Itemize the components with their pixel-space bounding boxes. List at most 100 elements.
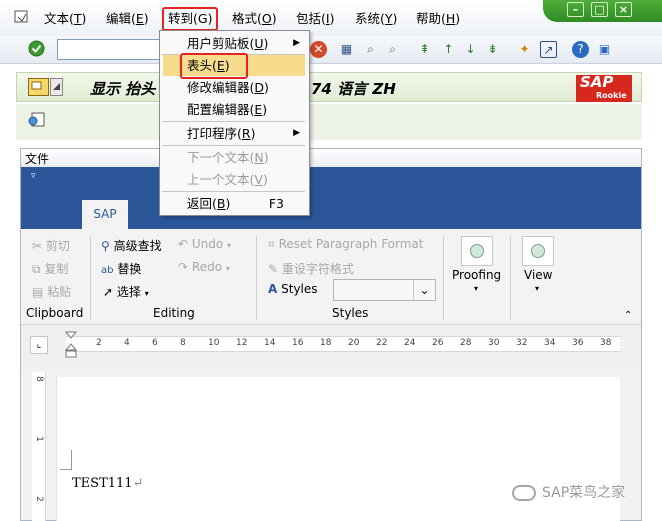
proofing-icon — [470, 244, 484, 258]
last-page-icon[interactable]: ⇟ — [484, 41, 501, 58]
menu-page-icon[interactable] — [14, 10, 30, 24]
sap-logo-sub: Rookie — [596, 91, 627, 100]
wechat-icon — [512, 485, 536, 501]
ruler-tick-label: 24 — [404, 338, 416, 348]
first-page-icon[interactable]: ⇞ — [416, 41, 433, 58]
reset-char-button[interactable]: ✎ 重设字符格式 — [268, 260, 354, 277]
ruler-tick-label: 2 — [96, 338, 102, 348]
menu-format[interactable]: 格式(O) — [232, 11, 277, 27]
group-divider — [90, 236, 91, 320]
dropdown-separator — [162, 121, 305, 122]
chevron-down-icon: ▾ — [227, 241, 232, 250]
styles-group-label: Styles — [332, 306, 369, 320]
ruler-tick-label: 30 — [488, 338, 500, 348]
chevron-down-icon: ▾ — [144, 289, 149, 298]
indent-marker-icon[interactable] — [64, 331, 78, 359]
print-icon[interactable]: ▦ — [338, 41, 355, 58]
layout-icon[interactable]: ▣ — [596, 41, 613, 58]
ruler-tick-label: 38 — [600, 338, 612, 348]
vruler-tick: 8 — [33, 376, 44, 382]
search-icon: ⚲ — [101, 239, 110, 253]
ribbon-collapse-chevron-icon[interactable]: ⌃ — [624, 310, 632, 321]
ruler-tick-label: 20 — [348, 338, 360, 348]
find-icon[interactable]: ⌕ — [362, 41, 379, 58]
select-button[interactable]: ➚ 选择 ▾ — [103, 283, 149, 300]
view-button[interactable] — [522, 236, 554, 266]
dropdown-item-user-clipboard[interactable]: 用户剪贴板(U) ▶ — [161, 33, 308, 54]
ruler-tick-label: 6 — [152, 338, 158, 348]
maximize-icon[interactable]: □ — [591, 2, 608, 17]
ruler-tick-label: 8 — [180, 338, 186, 348]
undo-button[interactable]: ↶ Undo ▾ — [178, 237, 231, 251]
copy-button[interactable]: ⧉ 复制 — [32, 260, 68, 277]
chevron-down-icon: ▾ — [535, 284, 540, 293]
styles-dropdown[interactable]: ⌄ — [333, 279, 436, 301]
dropdown-separator — [162, 191, 305, 192]
group-divider — [256, 236, 257, 320]
next-page-icon[interactable]: ↓ — [462, 41, 479, 58]
menu-system[interactable]: 系统(Y) — [355, 11, 397, 27]
replace-button[interactable]: ab 替换 — [101, 260, 141, 277]
cut-button[interactable]: ✂ 剪切 — [32, 237, 70, 254]
redo-button[interactable]: ↷ Redo ▾ — [178, 260, 230, 274]
dropdown-item-configure-editor[interactable]: 配置编辑器(E) — [161, 99, 308, 120]
editing-group-label: Editing — [153, 306, 195, 320]
cut-icon: ✂ — [32, 239, 43, 253]
horizontal-ruler — [66, 336, 620, 352]
submenu-arrow-icon: ▶ — [293, 128, 300, 138]
new-session-icon[interactable]: ✦ — [516, 41, 533, 58]
ruler-tick-label: 4 — [124, 338, 130, 348]
document-text[interactable]: TEST111↵ — [72, 476, 143, 491]
dropdown-item-change-editor[interactable]: 修改编辑器(D) — [161, 77, 308, 98]
ruler-tick-label: 28 — [460, 338, 472, 348]
vruler-tick: 1 — [33, 436, 44, 442]
paste-button[interactable]: ▤ 粘贴 — [32, 283, 71, 300]
ruler-tick-label: 26 — [432, 338, 444, 348]
display-change-icon[interactable] — [28, 112, 46, 128]
shortcut-label: F3 — [268, 196, 284, 211]
close-icon[interactable]: × — [615, 2, 632, 17]
proofing-label: Proofing — [452, 268, 502, 282]
reset-paragraph-button[interactable]: ⌗ Reset Paragraph Format — [268, 237, 424, 252]
menu-edit[interactable]: 编辑(E) — [106, 11, 149, 27]
find-button[interactable]: ⚲ 高级查找 — [101, 237, 162, 254]
dropdown-item-next-text: 下一个文本(N) — [187, 150, 269, 165]
tab-stop-selector-icon[interactable]: ⌞ — [30, 336, 48, 354]
menu-text[interactable]: 文本(T) — [44, 11, 86, 27]
replace-icon: ab — [101, 265, 114, 276]
menu-help[interactable]: 帮助(H) — [416, 11, 460, 27]
watermark: SAP菜鸟之家 — [512, 482, 625, 502]
find-next-icon[interactable]: ⌕ — [384, 41, 401, 58]
ruler-tick-label: 36 — [572, 338, 584, 348]
ribbon-collapse-icon[interactable]: ▿ — [31, 171, 36, 181]
dropdown-item-print-program[interactable]: 打印程序(R) ▶ — [161, 123, 308, 144]
menu-include[interactable]: 包括(I) — [296, 11, 334, 27]
reset-char-icon: ✎ — [268, 262, 279, 276]
ruler-tick-label: 18 — [320, 338, 332, 348]
header-highlight-box — [180, 53, 248, 79]
margin-corner-mark — [60, 450, 72, 470]
ruler-tick-label: 32 — [516, 338, 528, 348]
cursor-icon: ➚ — [103, 285, 114, 299]
help-icon[interactable]: ? — [572, 41, 589, 58]
prev-page-icon[interactable]: ↑ — [440, 41, 457, 58]
vruler-tick: 2 — [33, 496, 44, 502]
enter-check-icon[interactable] — [28, 40, 45, 57]
shortcut-icon[interactable]: ↗ — [540, 41, 557, 58]
chevron-down-icon: ▾ — [474, 284, 479, 293]
file-label: 文件 — [25, 152, 50, 166]
ruler-tick-label: 16 — [292, 338, 304, 348]
minimize-icon[interactable]: – — [567, 2, 584, 17]
ruler-tick-label: 34 — [544, 338, 556, 348]
chevron-down-icon: ⌄ — [413, 280, 435, 300]
cancel-icon[interactable]: ✕ — [310, 41, 327, 58]
ruler-tick-label: 22 — [376, 338, 388, 348]
tab-sap[interactable]: SAP — [82, 200, 128, 230]
dropdown-item-back[interactable]: 返回(B) F3 — [161, 193, 308, 214]
title-menu-icon[interactable] — [28, 78, 64, 96]
proofing-button[interactable] — [461, 236, 493, 266]
ruler-tick-label: 10 — [208, 338, 220, 348]
window-controls: – □ × — [543, 0, 662, 22]
dropdown-separator — [162, 145, 305, 146]
command-field[interactable] — [57, 39, 161, 60]
